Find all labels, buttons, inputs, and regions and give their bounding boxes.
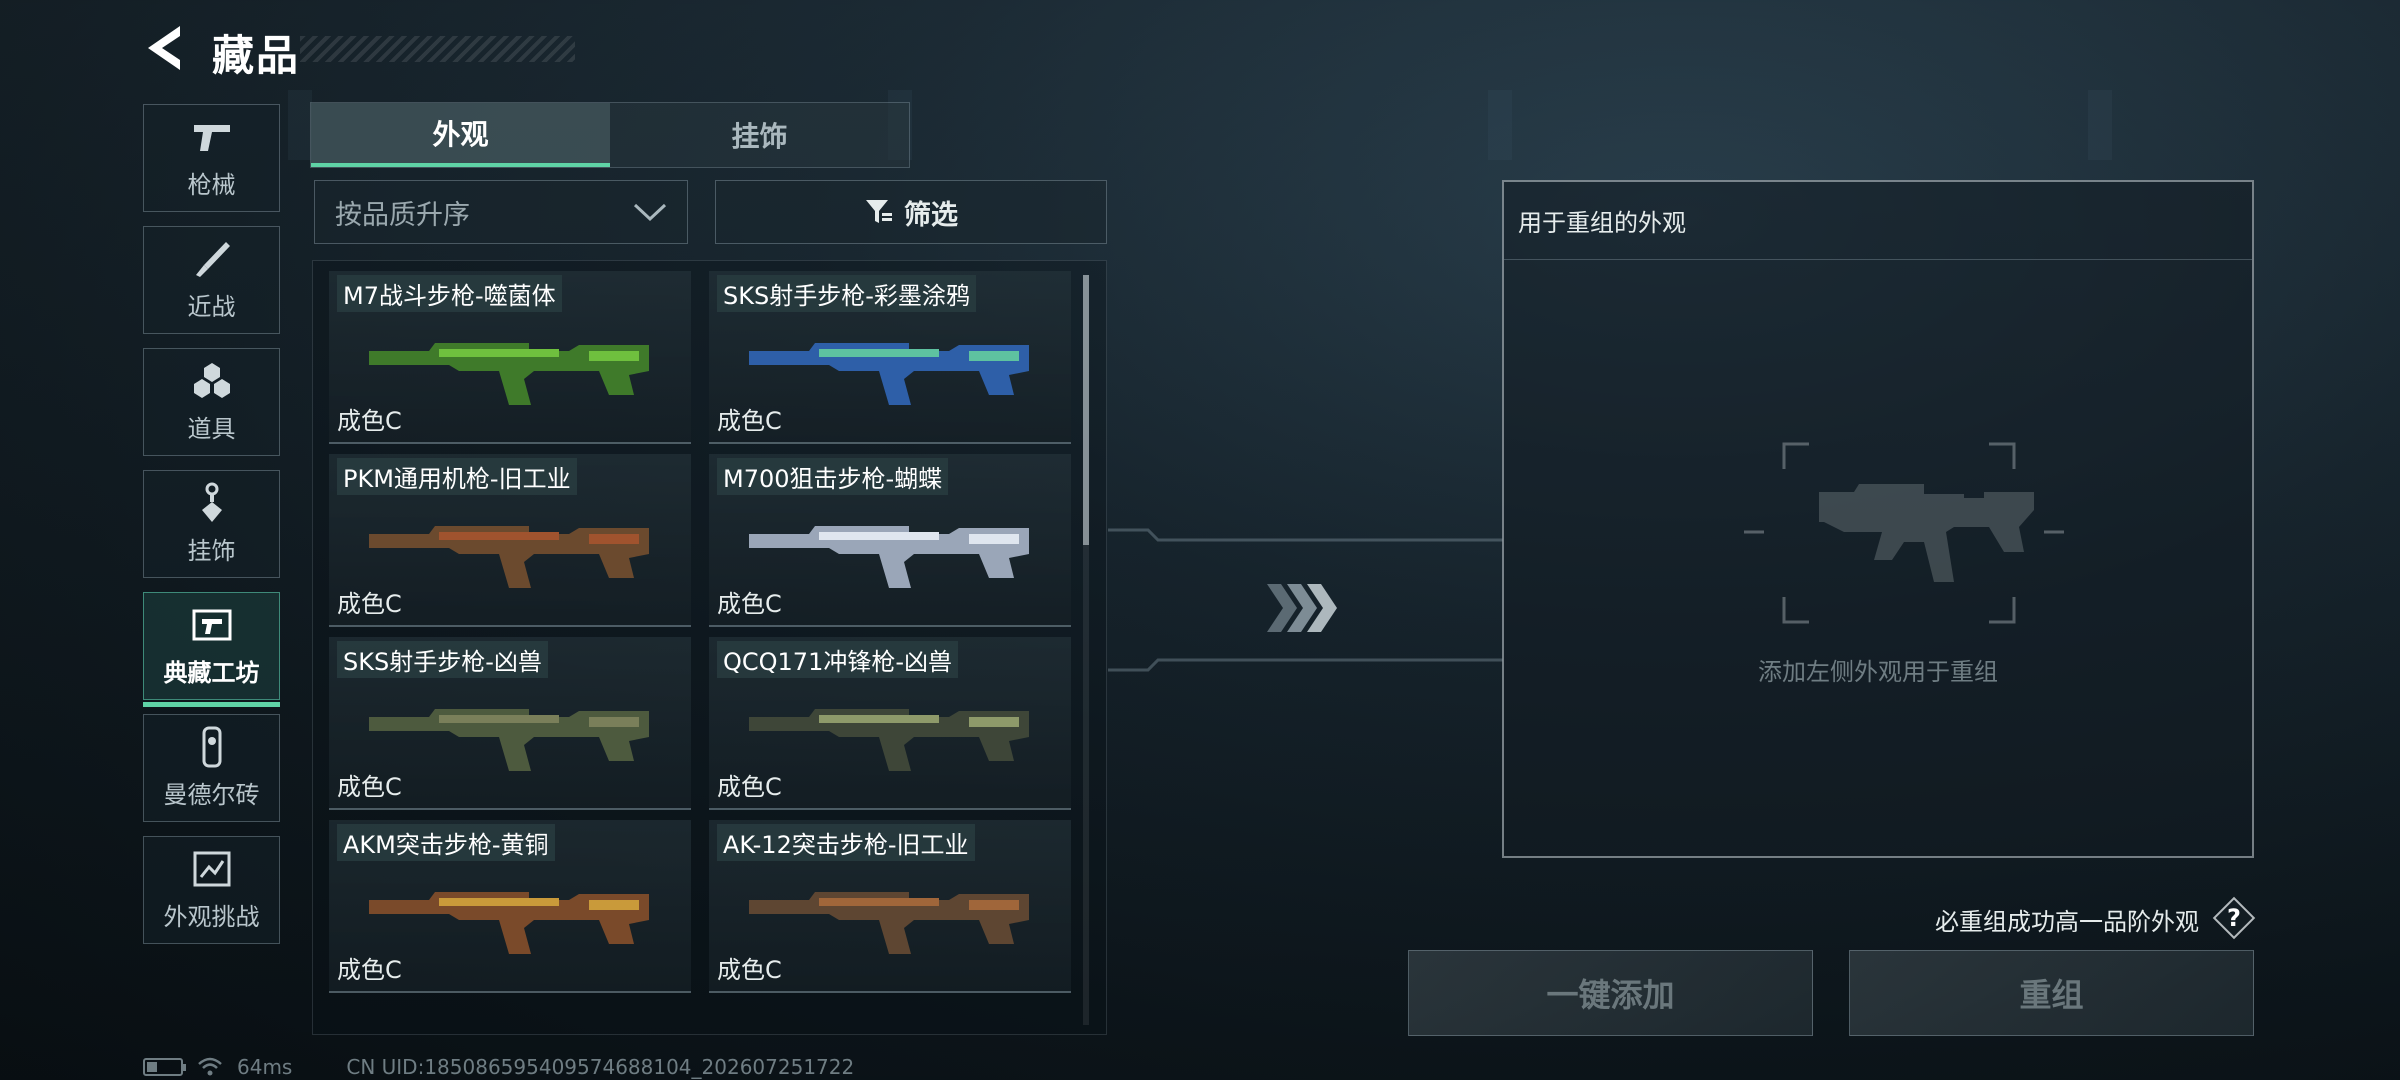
title-decoration bbox=[300, 36, 575, 62]
sort-value: 按品质升序 bbox=[335, 199, 470, 231]
skin-name: AKM突击步枪-黄铜 bbox=[337, 824, 555, 861]
skin-name: QCQ171冲锋枪-凶兽 bbox=[717, 641, 959, 678]
sort-dropdown[interactable]: 按品质升序 bbox=[314, 180, 688, 244]
nav-item-charms[interactable]: 挂饰 bbox=[143, 470, 280, 578]
skin-grade: 成色C bbox=[337, 407, 402, 435]
question-mark-icon: ? bbox=[2227, 904, 2241, 932]
skin-name: SKS射手步枪-凶兽 bbox=[337, 641, 548, 678]
skin-card[interactable]: SKS射手步枪-彩墨涂鸦成色C bbox=[709, 271, 1071, 444]
nav-item-guns[interactable]: 枪械 bbox=[143, 104, 280, 212]
skin-card[interactable]: M700狙击步枪-蝴蝶成色C bbox=[709, 454, 1071, 627]
nav-label: 外观挑战 bbox=[163, 902, 260, 931]
panel-hint: 添加左侧外观用于重组 bbox=[1758, 658, 1998, 686]
recombine-note: 必重组成功高一品阶外观 bbox=[1935, 908, 2199, 936]
filter-button[interactable]: 筛选 bbox=[715, 180, 1107, 244]
recombine-button[interactable]: 重组 bbox=[1849, 950, 2254, 1036]
battery-icon bbox=[143, 1058, 186, 1076]
nav-label: 道具 bbox=[187, 414, 236, 443]
weapon-skin-icon bbox=[749, 709, 1029, 771]
skin-grade: 成色C bbox=[337, 773, 402, 801]
nav-label: 典藏工坊 bbox=[163, 658, 260, 687]
charm-icon bbox=[190, 482, 234, 523]
skin-name: AK-12突击步枪-旧工业 bbox=[717, 824, 975, 861]
nav-item-items[interactable]: 道具 bbox=[143, 348, 280, 456]
skin-grade: 成色C bbox=[337, 956, 402, 984]
weapon-skin-icon bbox=[749, 892, 1029, 954]
recombine-panel: 用于重组的外观 添加左侧外观用于重组 bbox=[1502, 180, 2254, 858]
tab-appearance[interactable]: 外观 bbox=[311, 103, 610, 167]
skin-name: SKS射手步枪-彩墨涂鸦 bbox=[717, 275, 976, 312]
page-title: 藏品 bbox=[212, 31, 301, 80]
skin-grade: 成色C bbox=[717, 407, 782, 435]
skin-card[interactable]: QCQ171冲锋枪-凶兽成色C bbox=[709, 637, 1071, 810]
brick-icon bbox=[190, 726, 234, 767]
weapon-skin-icon bbox=[749, 343, 1029, 405]
nav-item-mandel-brick[interactable]: 曼德尔砖 bbox=[143, 714, 280, 822]
nav-label: 曼德尔砖 bbox=[163, 780, 260, 809]
ping-value: 64ms bbox=[237, 1055, 293, 1079]
skin-card[interactable]: AKM突击步枪-黄铜成色C bbox=[329, 820, 691, 993]
weapon-skin-icon bbox=[369, 343, 649, 405]
chevron-down-icon bbox=[633, 203, 667, 222]
nav-label: 近战 bbox=[187, 292, 236, 321]
scrollbar-thumb[interactable] bbox=[1083, 275, 1089, 545]
workshop-icon bbox=[190, 605, 234, 645]
skin-card[interactable]: PKM通用机枪-旧工业成色C bbox=[329, 454, 691, 627]
skin-grid: M7战斗步枪-噬菌体 成色C SKS射手步枪-彩墨涂鸦 成色C PKM通用机枪-旧工业成… bbox=[312, 260, 1107, 1035]
help-icon[interactable]: ? bbox=[2212, 896, 2256, 940]
nav-label: 挂饰 bbox=[187, 536, 236, 565]
knife-icon bbox=[190, 239, 234, 279]
skin-name: PKM通用机枪-旧工业 bbox=[337, 458, 577, 495]
nav-item-melee[interactable]: 近战 bbox=[143, 226, 280, 334]
grenade-icon bbox=[190, 361, 234, 401]
status-bar: 64ms CN UID:18508659540957468810​4_20260… bbox=[143, 1055, 854, 1079]
skin-name: M7战斗步枪-噬菌体 bbox=[337, 275, 562, 312]
weapon-skin-icon bbox=[369, 709, 649, 771]
rifle-placeholder-icon[interactable] bbox=[1624, 432, 2134, 632]
panel-title: 用于重组的外观 bbox=[1504, 182, 2252, 260]
nav-item-workshop[interactable]: 典藏工坊 bbox=[143, 592, 280, 707]
skin-card[interactable]: M7战斗步枪-噬菌体成色C bbox=[329, 271, 691, 444]
skin-grade: 成色C bbox=[717, 590, 782, 618]
challenge-icon bbox=[190, 849, 234, 889]
scrollbar[interactable] bbox=[1083, 275, 1089, 1025]
skin-grade: 成色C bbox=[337, 590, 402, 618]
weapon-skin-icon bbox=[369, 526, 649, 588]
side-nav: 枪械 近战 道具 挂饰 典藏工坊 曼德尔砖 外观挑战 bbox=[143, 104, 280, 958]
tab-charms[interactable]: 挂饰 bbox=[610, 103, 909, 167]
nav-item-skin-challenge[interactable]: 外观挑战 bbox=[143, 836, 280, 944]
skin-name: M700狙击步枪-蝴蝶 bbox=[717, 458, 949, 495]
filter-label: 筛选 bbox=[904, 199, 958, 231]
skin-card[interactable]: SKS射手步枪-凶兽成色C bbox=[329, 637, 691, 810]
skin-card[interactable]: AK-12突击步枪-旧工业成色C bbox=[709, 820, 1071, 993]
skin-grade: 成色C bbox=[717, 956, 782, 984]
back-arrow-icon bbox=[148, 26, 180, 70]
skin-grade: 成色C bbox=[717, 773, 782, 801]
tab-bar: 外观 挂饰 bbox=[310, 102, 910, 168]
filter-icon bbox=[866, 200, 892, 223]
uid-text: CN UID:18508659540957468810​4_2026072517… bbox=[346, 1055, 855, 1079]
wifi-icon bbox=[198, 1057, 222, 1076]
weapon-skin-icon bbox=[369, 892, 649, 954]
pistol-icon bbox=[190, 117, 234, 157]
weapon-skin-icon bbox=[749, 526, 1029, 588]
back-button[interactable] bbox=[140, 22, 190, 74]
one-click-add-button[interactable]: 一键添加 bbox=[1408, 950, 1813, 1036]
nav-label: 枪械 bbox=[187, 170, 236, 199]
forward-chevrons-icon bbox=[1267, 584, 1337, 632]
